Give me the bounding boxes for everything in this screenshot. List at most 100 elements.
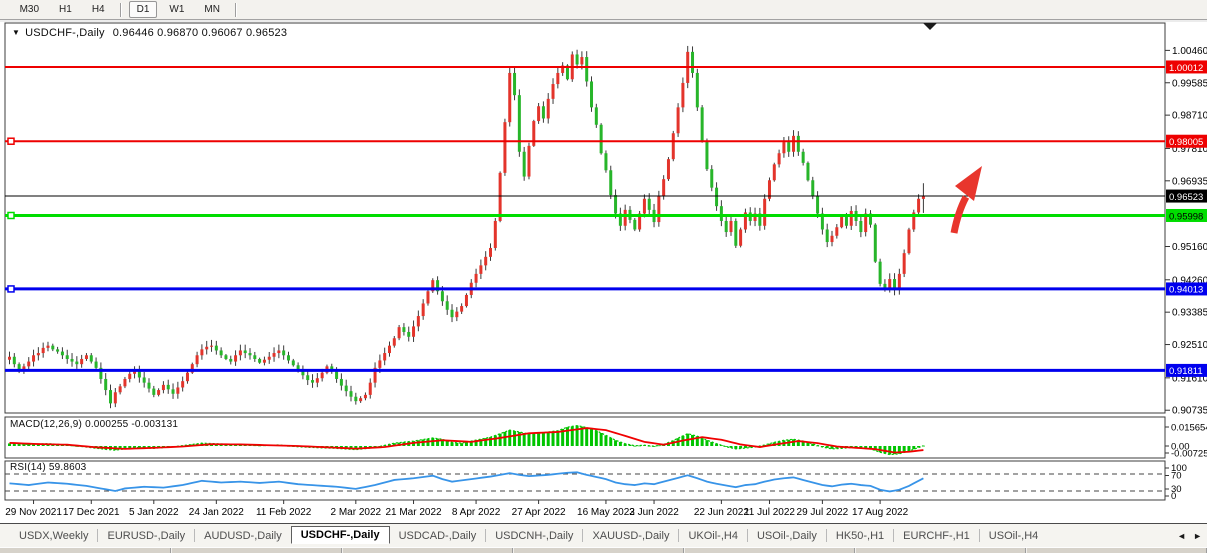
candle-body-bull bbox=[123, 379, 126, 386]
rsi-indicator-label: RSI(14) 59.8603 bbox=[10, 462, 86, 473]
candle-body-bear bbox=[244, 350, 247, 353]
symbol-tab-audusd-daily[interactable]: AUDUSD-,Daily bbox=[195, 527, 291, 545]
macd-histogram-bar bbox=[912, 446, 915, 449]
symbol-tab-usoil-h4[interactable]: USOil-,H4 bbox=[980, 527, 1048, 545]
macd-histogram-bar bbox=[590, 429, 593, 446]
timeframe-button-MN[interactable]: MN bbox=[196, 1, 228, 18]
x-axis-date-label: 29 Nov 2021 bbox=[5, 507, 62, 518]
candle-body-bear bbox=[614, 195, 617, 214]
macd-histogram-bar bbox=[547, 432, 550, 446]
timeframe-button-W1[interactable]: W1 bbox=[161, 1, 192, 18]
candle-body-bull bbox=[484, 257, 487, 266]
symbol-tab-eurusd-daily[interactable]: EURUSD-,Daily bbox=[98, 527, 194, 545]
candle-body-bear bbox=[258, 359, 261, 363]
tab-scroll-left-icon[interactable]: ◄ bbox=[1177, 531, 1186, 541]
candle-body-bull bbox=[85, 355, 88, 359]
symbol-tab-usdchf-daily[interactable]: USDCHF-,Daily bbox=[291, 526, 390, 544]
timeframe-button-H1[interactable]: H1 bbox=[51, 1, 80, 18]
macd-histogram-bar bbox=[701, 438, 704, 446]
tab-scroll-right-icon[interactable]: ► bbox=[1193, 531, 1202, 541]
candle-body-bear bbox=[51, 346, 54, 350]
symbol-tab-usoil-daily[interactable]: USOil-,Daily bbox=[748, 527, 826, 545]
symbol-tab-xauusd-daily[interactable]: XAUUSD-,Daily bbox=[583, 527, 678, 545]
candle-body-bear bbox=[282, 350, 285, 355]
candle-body-bull bbox=[917, 199, 920, 213]
candle-body-bull bbox=[479, 265, 482, 274]
status-segment bbox=[513, 548, 684, 553]
candle-body-bull bbox=[667, 159, 670, 179]
symbol-tab-usdcnh-daily[interactable]: USDCNH-,Daily bbox=[486, 527, 582, 545]
macd-histogram-bar bbox=[527, 434, 530, 446]
candle-body-bull bbox=[552, 84, 555, 99]
candle-body-bull bbox=[196, 355, 199, 364]
candle-body-bull bbox=[273, 353, 276, 357]
status-segment bbox=[684, 548, 855, 553]
candle-body-bear bbox=[595, 107, 598, 124]
price-badge-label: 0.91811 bbox=[1169, 366, 1203, 377]
status-segment bbox=[1026, 548, 1207, 553]
candle-body-bull bbox=[503, 122, 506, 173]
candle-body-bear bbox=[725, 221, 728, 232]
y-axis-tick-label: 1.00460 bbox=[1172, 46, 1207, 57]
candle-body-bear bbox=[287, 355, 290, 360]
candle-body-bear bbox=[705, 141, 708, 169]
candle-body-bull bbox=[393, 338, 396, 345]
macd-histogram-bar bbox=[600, 433, 603, 446]
candle-body-bear bbox=[441, 291, 444, 301]
candle-body-bull bbox=[494, 221, 497, 248]
hline-handle-0.94013[interactable] bbox=[8, 286, 14, 292]
candle-body-bear bbox=[826, 229, 829, 242]
y-axis-tick-label: 0.99585 bbox=[1172, 78, 1207, 89]
candle-body-bull bbox=[489, 248, 492, 257]
symbol-tab-usdx-weekly[interactable]: USDX,Weekly bbox=[10, 527, 97, 545]
timeframe-button-H4[interactable]: H4 bbox=[84, 1, 113, 18]
candle-body-bull bbox=[417, 316, 420, 326]
macd-histogram-bar bbox=[503, 432, 506, 446]
macd-histogram-bar bbox=[542, 433, 545, 446]
macd-histogram-bar bbox=[595, 431, 598, 446]
status-segment bbox=[171, 548, 342, 553]
candle-body-bear bbox=[451, 310, 454, 317]
candle-body-bear bbox=[604, 153, 607, 170]
candle-body-bull bbox=[388, 346, 391, 353]
macd-histogram-bar bbox=[508, 430, 511, 446]
hline-handle-0.98005[interactable] bbox=[8, 138, 14, 144]
x-axis-date-label: 2 Mar 2022 bbox=[331, 507, 382, 518]
candle-body-bull bbox=[426, 291, 429, 303]
hline-handle-0.95998[interactable] bbox=[8, 212, 14, 218]
candle-body-bull bbox=[128, 374, 131, 379]
candle-body-bear bbox=[345, 386, 348, 392]
rsi-axis-label: 0 bbox=[1171, 491, 1176, 502]
timeframe-button-5[interactable]: 5 bbox=[0, 1, 8, 18]
candle-body-bear bbox=[109, 390, 112, 403]
candle-body-bear bbox=[224, 355, 227, 359]
candle-body-bear bbox=[542, 106, 545, 118]
x-axis-date-label: 27 Apr 2022 bbox=[512, 507, 566, 518]
candle-body-bull bbox=[114, 392, 117, 403]
symbol-tab-hk50-h1[interactable]: HK50-,H1 bbox=[827, 527, 893, 545]
y-axis-tick-label: 0.98710 bbox=[1172, 111, 1207, 122]
candle-body-bull bbox=[42, 348, 45, 353]
timeframe-button-M30[interactable]: M30 bbox=[12, 1, 47, 18]
candle-body-bull bbox=[903, 253, 906, 274]
price-badge-label: 0.94013 bbox=[1169, 285, 1203, 296]
chart-legend-ohlc: 0.96446 0.96870 0.96067 0.96523 bbox=[113, 27, 287, 39]
candle-body-bear bbox=[845, 216, 848, 226]
x-axis-date-label: 21 Mar 2022 bbox=[385, 507, 442, 518]
candle-body-bull bbox=[475, 274, 478, 283]
candle-body-bull bbox=[662, 179, 665, 196]
candle-body-bull bbox=[537, 106, 540, 121]
symbol-tab-usdcad-daily[interactable]: USDCAD-,Daily bbox=[390, 527, 486, 545]
candle-body-bull bbox=[508, 73, 511, 122]
status-bar bbox=[0, 547, 1207, 553]
candle-body-bear bbox=[633, 220, 636, 230]
candle-body-bear bbox=[734, 221, 737, 246]
macd-histogram-bar bbox=[532, 434, 535, 446]
chart-dropdown-icon[interactable]: ▼ bbox=[12, 28, 20, 37]
rsi-panel bbox=[5, 461, 1165, 500]
timeframe-button-D1[interactable]: D1 bbox=[129, 1, 158, 18]
candle-body-bear bbox=[811, 180, 814, 196]
symbol-tab-ukoil-h4[interactable]: UKOil-,H4 bbox=[679, 527, 747, 545]
symbol-tab-eurchf-h1[interactable]: EURCHF-,H1 bbox=[894, 527, 979, 545]
candle-body-bear bbox=[138, 372, 141, 378]
